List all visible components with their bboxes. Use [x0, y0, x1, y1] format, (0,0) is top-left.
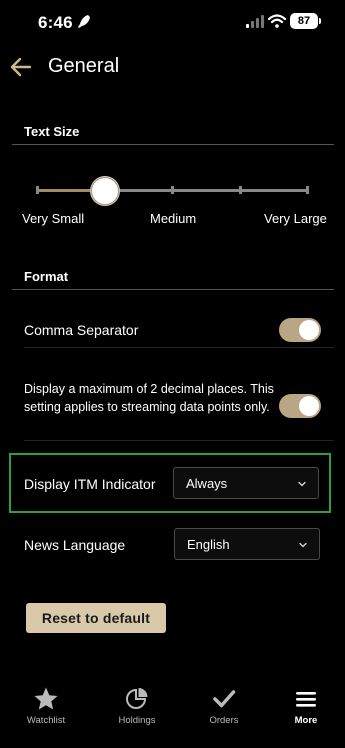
nav-label-watchlist: Watchlist: [26, 715, 66, 726]
section-divider: [12, 289, 334, 290]
nav-label-orders: Orders: [209, 715, 239, 726]
chevron-down-icon: [298, 481, 306, 487]
itm-indicator-label: Display ITM Indicator: [24, 476, 156, 492]
nav-item-holdings[interactable]: Holdings: [107, 686, 167, 730]
slider-tick: [36, 186, 39, 194]
section-divider: [12, 144, 334, 145]
nav-item-watchlist[interactable]: Watchlist: [16, 686, 76, 730]
back-arrow-icon[interactable]: [10, 57, 32, 77]
battery-tip: [319, 18, 321, 24]
itm-indicator-select[interactable]: Always: [173, 467, 319, 499]
text-size-label-medium: Medium: [150, 211, 197, 226]
decimal-places-toggle[interactable]: [279, 394, 321, 418]
news-language-label: News Language: [24, 537, 126, 553]
decimal-places-label: Display a maximum of 2 decimal places. T…: [24, 382, 274, 414]
menu-icon: [296, 692, 316, 707]
cellular-signal-icon: [246, 15, 264, 28]
comma-separator-label: Comma Separator: [24, 322, 139, 338]
text-size-section-label: Text Size: [24, 124, 80, 139]
slider-thumb[interactable]: [91, 177, 119, 205]
row-divider: [24, 347, 334, 348]
wifi-icon: [268, 14, 286, 28]
status-time: 6:46: [38, 13, 73, 32]
star-icon: [34, 687, 58, 710]
nav-item-orders[interactable]: Orders: [194, 686, 254, 730]
row-divider: [24, 440, 334, 441]
comma-separator-toggle[interactable]: [279, 318, 321, 342]
toggle-knob: [299, 396, 319, 416]
slider-tick: [171, 186, 174, 194]
reset-to-default-button[interactable]: Reset to default: [26, 603, 166, 633]
pie-chart-icon: [126, 688, 148, 709]
nav-label-more: More: [294, 715, 318, 726]
nav-label-holdings: Holdings: [118, 715, 156, 726]
slider-tick: [239, 186, 242, 194]
battery-indicator: 87: [290, 13, 318, 29]
toggle-knob: [299, 320, 319, 340]
text-size-label-large: Very Large: [264, 211, 327, 226]
news-language-select[interactable]: English: [174, 528, 320, 560]
text-size-label-small: Very Small: [22, 211, 85, 226]
checkmark-icon: [213, 690, 236, 708]
chevron-down-icon: [299, 542, 307, 548]
format-section-label: Format: [24, 269, 69, 284]
itm-indicator-value: Always: [186, 476, 228, 491]
nav-item-more[interactable]: More: [276, 686, 336, 730]
news-language-value: English: [187, 537, 230, 552]
page-title: General: [48, 55, 120, 77]
rocket-icon: [78, 15, 90, 28]
slider-tick: [306, 186, 309, 194]
